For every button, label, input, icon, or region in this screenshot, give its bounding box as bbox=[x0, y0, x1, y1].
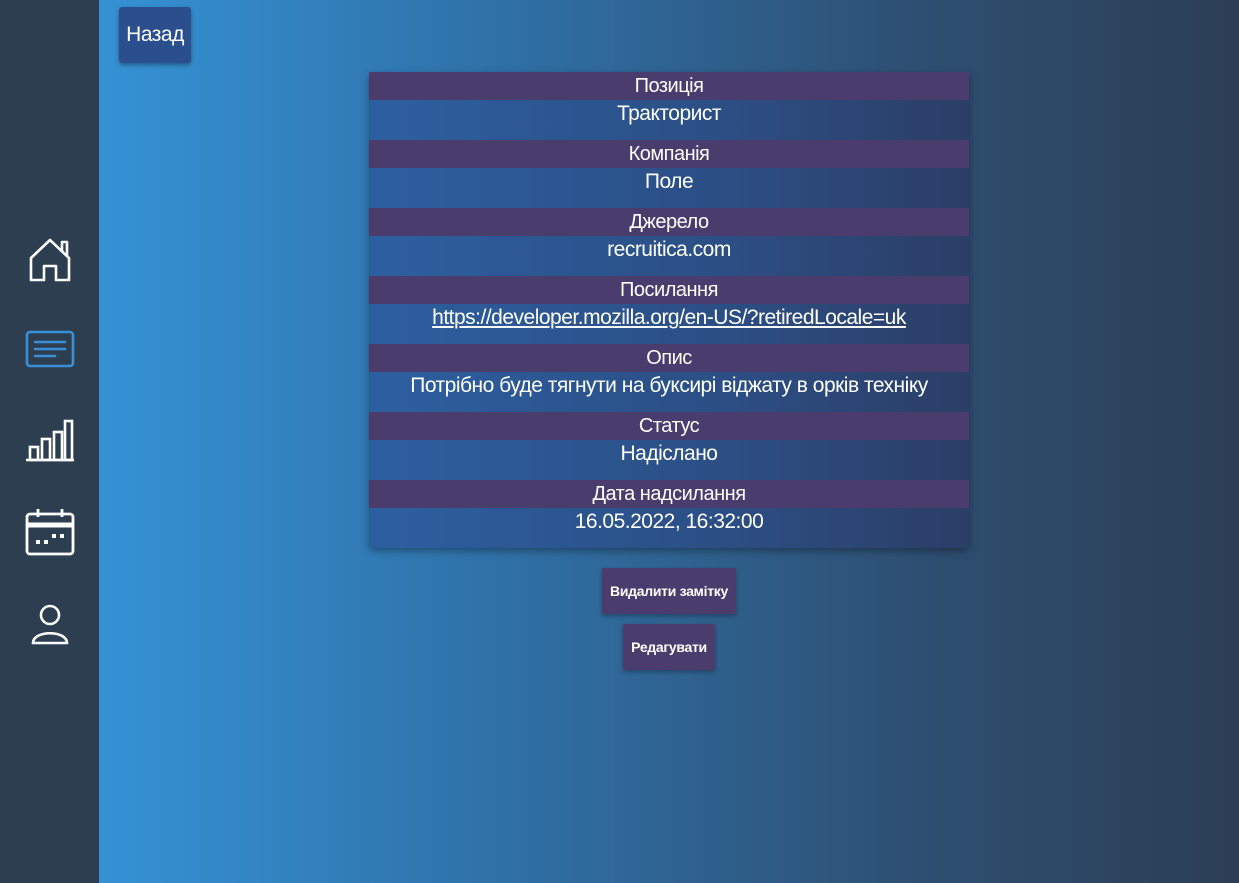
date-value: 16.05.2022, 16:32:00 bbox=[574, 510, 764, 533]
link-value[interactable]: https://developer.mozilla.org/en-US/?ret… bbox=[432, 306, 906, 330]
user-icon bbox=[31, 604, 68, 645]
edit-button[interactable]: Редагувати bbox=[623, 624, 715, 670]
source-value: recruitica.com bbox=[607, 238, 731, 261]
stats-icon bbox=[25, 419, 74, 462]
sidebar-item-stats[interactable] bbox=[0, 410, 99, 470]
sidebar-item-notes[interactable] bbox=[0, 319, 99, 379]
notes-icon bbox=[25, 330, 74, 368]
company-label: Компанія bbox=[369, 140, 969, 168]
sidebar bbox=[0, 0, 99, 883]
back-button[interactable]: Назад bbox=[119, 7, 191, 63]
sidebar-item-home[interactable] bbox=[0, 229, 99, 289]
status-value: Надіслано bbox=[620, 442, 718, 465]
description-value: Потрібно буде тягнути на буксирі віджату… bbox=[410, 374, 928, 397]
sidebar-item-profile[interactable] bbox=[0, 594, 99, 654]
delete-note-button[interactable]: Видалити замітку bbox=[602, 568, 736, 614]
calendar-icon bbox=[25, 509, 74, 556]
link-label: Посилання bbox=[369, 276, 969, 304]
description-label: Опис bbox=[369, 344, 969, 372]
home-icon bbox=[29, 238, 70, 282]
source-label: Джерело bbox=[369, 208, 969, 236]
link-value-row: https://developer.mozilla.org/en-US/?ret… bbox=[369, 304, 969, 344]
sidebar-item-calendar[interactable] bbox=[0, 502, 99, 562]
note-details-card: Позиція Тракторист Компанія Поле Джерело… bbox=[369, 72, 969, 548]
position-value: Тракторист bbox=[616, 102, 722, 125]
position-label: Позиція bbox=[369, 72, 969, 100]
main-content: Назад Позиція Тракторист Компанія Поле Д… bbox=[99, 0, 1239, 883]
status-label: Статус bbox=[369, 412, 969, 440]
date-label: Дата надсилання bbox=[369, 480, 969, 508]
company-value: Поле bbox=[644, 170, 694, 193]
